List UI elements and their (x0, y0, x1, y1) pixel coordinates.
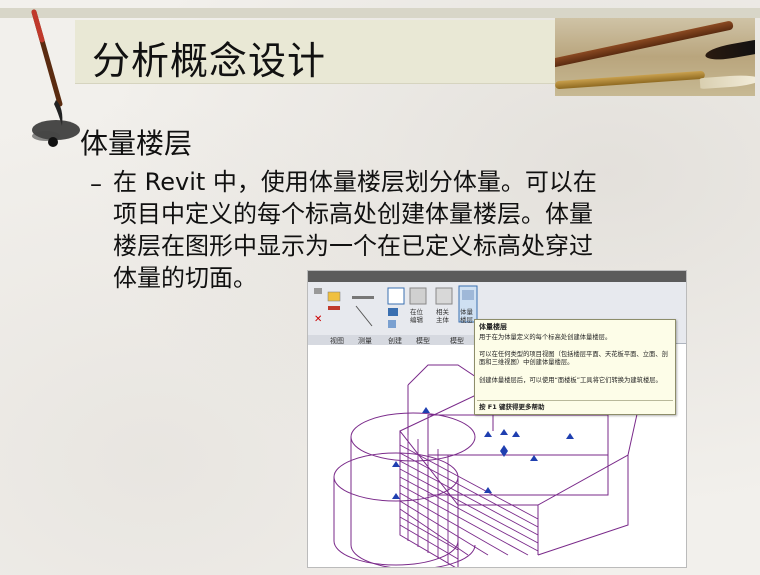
tooltip-help: 按 F1 键获得更多帮助 (479, 403, 545, 411)
brush-photo (555, 18, 755, 96)
slide-title: 分析概念设计 (92, 39, 327, 83)
brush-handle-1 (555, 20, 734, 69)
brush-tip-2 (699, 73, 755, 90)
mass-floors-tooltip: 体量楼层 用于在为体量定义的每个标高处创建体量楼层。 可以在任何类型的项目视图（… (474, 319, 676, 415)
top-strip (0, 8, 760, 18)
control-arrows (392, 407, 574, 499)
tooltip-separator (477, 400, 673, 401)
tooltip-title: 体量楼层 (479, 323, 507, 331)
paragraph-line: 项目中定义的每个标高处创建体量楼层。体量 (113, 200, 593, 228)
svg-text:✕: ✕ (314, 314, 322, 325)
bullet-dot (48, 137, 58, 147)
tooltip-line: 用于在为体量定义的每个标高处创建体量楼层。 (479, 334, 612, 341)
mass-floors-button[interactable]: 体量 楼层 (460, 308, 473, 324)
sub-bullet-dash: – (90, 170, 102, 198)
in-place-edit-button[interactable]: 在位 编辑 (410, 308, 423, 324)
tooltip-line: 创建体量楼层后，可以使用“面楼板”工具将它们转换为建筑楼层。 (479, 377, 662, 384)
brush-tip-1 (704, 39, 755, 63)
bullet-heading: 体量楼层 (80, 127, 193, 160)
paragraph-line: 楼层在图形中显示为一个在已定义标高处穿过 (113, 232, 593, 260)
tooltip-line: 可以在任何类型的项目视图（包括楼层平面、天花板平面、立面、剖面和三维视图）中创建… (479, 351, 668, 366)
pick-host-button[interactable]: 相关 主体 (436, 308, 449, 324)
revit-screenshot: ✕ 在位 编辑 相关 主体 体量 楼层 视图 测量 创建 模型 模型 体量楼层 … (307, 270, 687, 568)
brush-decoration-icon (31, 9, 80, 141)
ribbon-group-labels: 视图 测量 创建 模型 模型 (308, 335, 478, 345)
paragraph-line: 在 Revit 中，使用体量楼层划分体量。可以在 (113, 168, 597, 196)
window-titlebar (308, 271, 686, 282)
brush-handle-2 (555, 70, 706, 90)
